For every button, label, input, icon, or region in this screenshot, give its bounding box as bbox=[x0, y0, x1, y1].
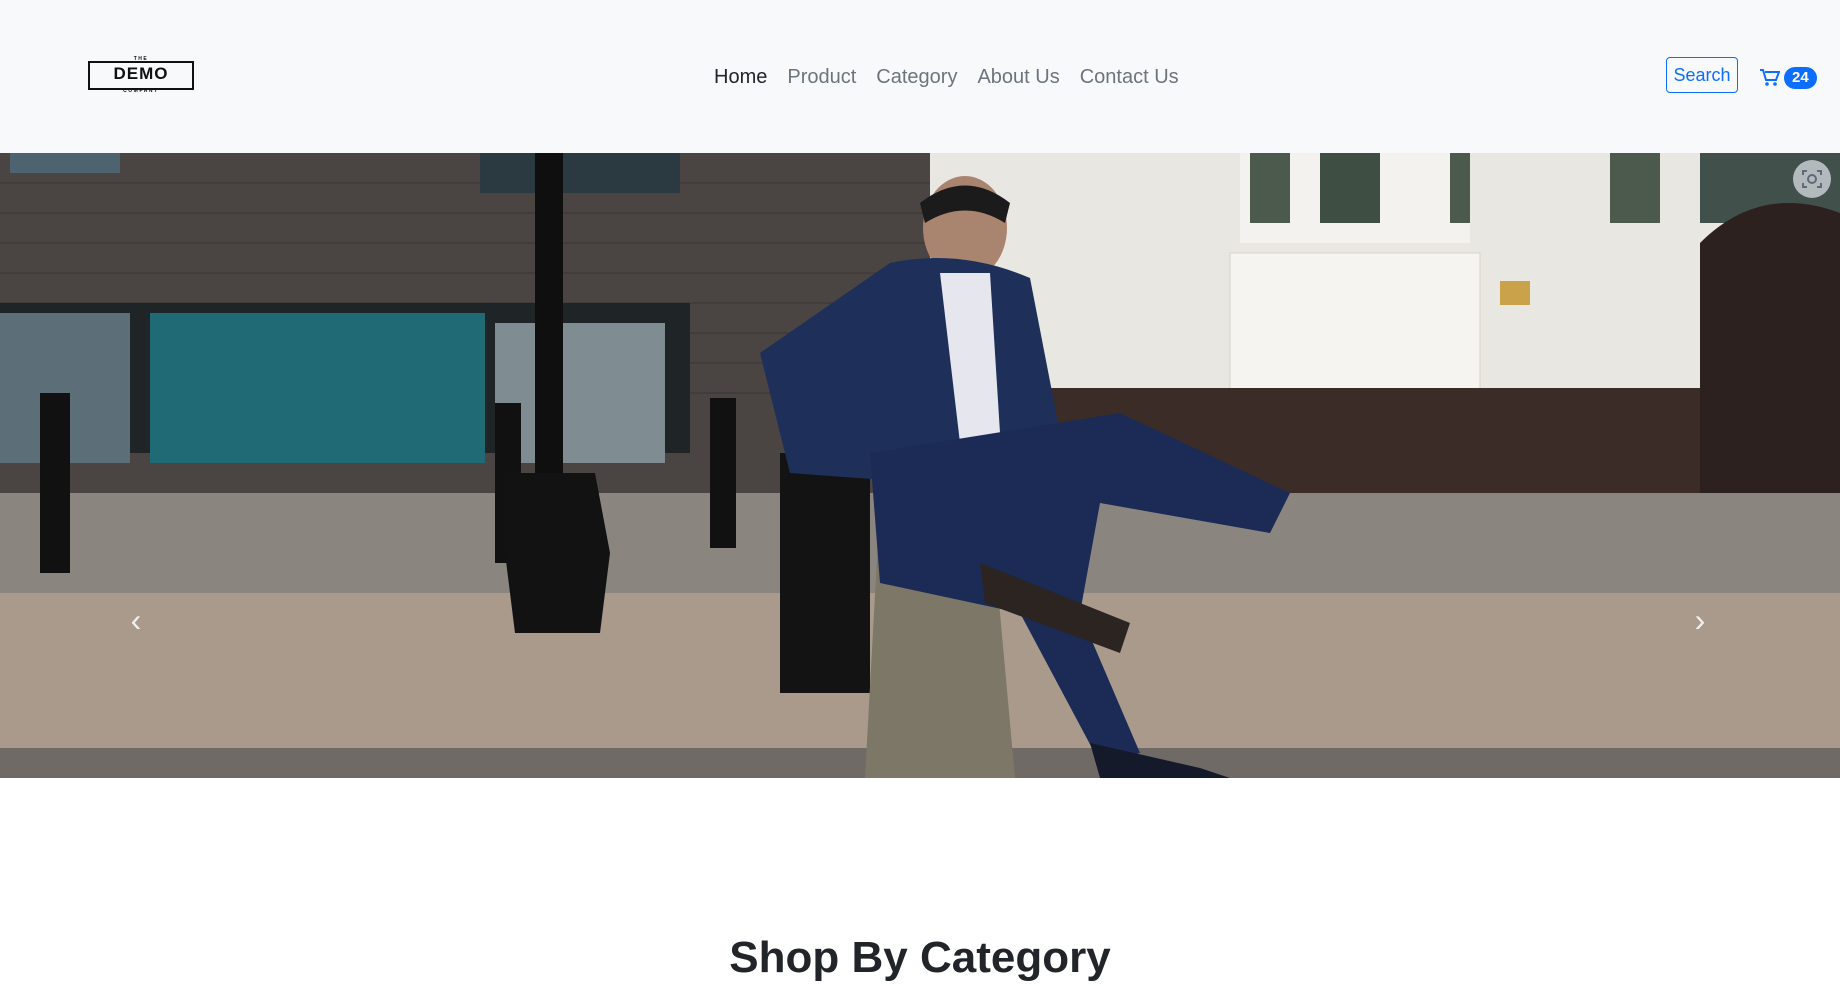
logo-bottom-text: COMPANY bbox=[123, 88, 159, 94]
nav-product[interactable]: Product bbox=[787, 64, 856, 90]
chevron-right-icon: › bbox=[1694, 601, 1706, 638]
nav-about-us[interactable]: About Us bbox=[977, 64, 1059, 90]
shopping-cart-icon bbox=[1760, 69, 1780, 86]
carousel-next-button[interactable]: › bbox=[1686, 602, 1714, 638]
hero-image bbox=[0, 153, 1840, 778]
chevron-left-icon: ‹ bbox=[130, 601, 142, 638]
navbar: THE DEMO COMPANY Home Product Category A… bbox=[0, 0, 1840, 153]
search-button[interactable]: Search bbox=[1666, 57, 1738, 93]
cart-button[interactable]: 24 bbox=[1760, 66, 1817, 90]
visual-search-icon bbox=[1802, 170, 1822, 188]
company-logo[interactable]: THE DEMO COMPANY bbox=[88, 56, 194, 94]
logo-word: DEMO bbox=[113, 64, 169, 83]
nav-home[interactable]: Home bbox=[714, 64, 767, 90]
hero-carousel: ‹ › bbox=[0, 153, 1840, 778]
nav-contact-us[interactable]: Contact Us bbox=[1080, 64, 1179, 90]
visual-search-button[interactable] bbox=[1793, 160, 1831, 198]
nav-category[interactable]: Category bbox=[876, 64, 957, 90]
section-title-shop-by-category: Shop By Category bbox=[729, 932, 1111, 982]
cart-count-badge: 24 bbox=[1784, 67, 1817, 89]
main-nav: Home Product Category About Us Contact U… bbox=[714, 64, 1179, 90]
carousel-prev-button[interactable]: ‹ bbox=[122, 602, 150, 638]
